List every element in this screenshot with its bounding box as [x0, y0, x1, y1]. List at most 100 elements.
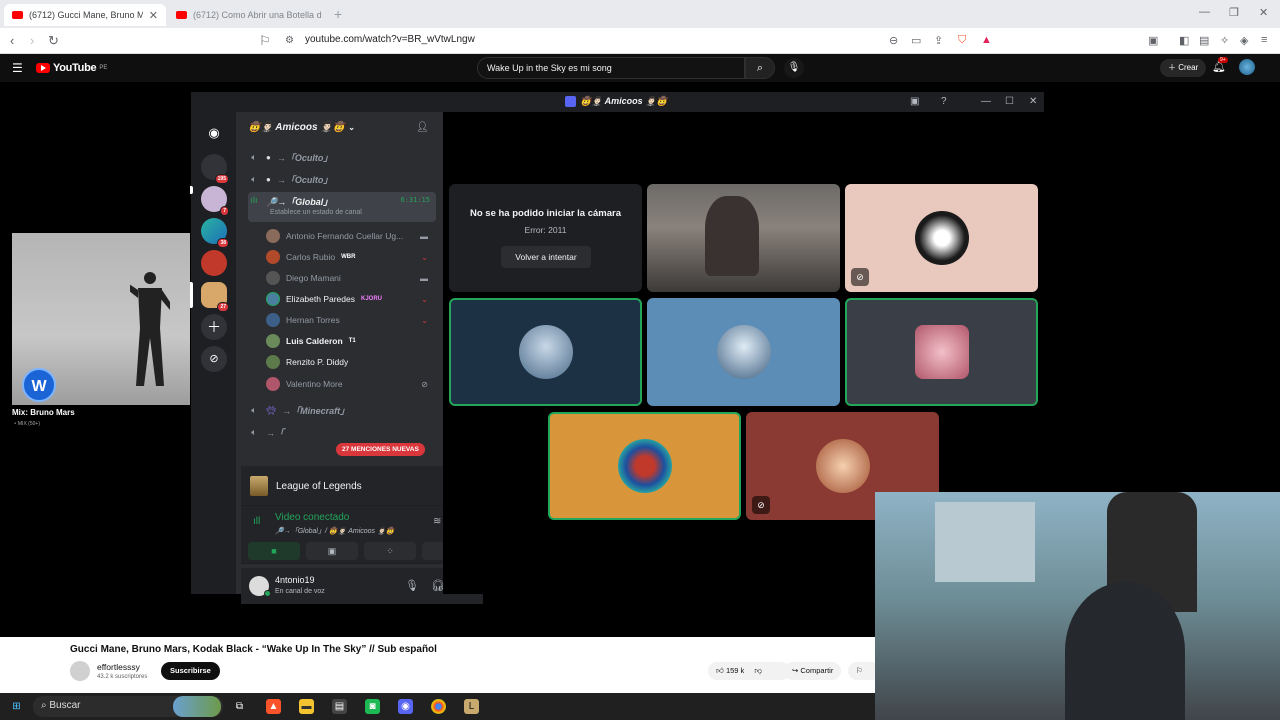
voice-member[interactable]: Luis Calderon T1: [266, 331, 436, 351]
bookmark-icon[interactable]: ⚐: [259, 33, 271, 49]
new-mentions-badge[interactable]: 27 MENCIONES NUEVAS: [336, 443, 425, 456]
muted-icon: ⌄: [421, 252, 428, 262]
retry-button[interactable]: Volver a intentar: [501, 246, 591, 268]
new-tab-icon[interactable]: +: [334, 6, 342, 22]
channel-status[interactable]: Establece un estado de canal: [270, 209, 362, 216]
app-icon[interactable]: ◙: [365, 699, 380, 714]
youtube-logo[interactable]: YouTube PE: [36, 62, 107, 74]
chrome-icon[interactable]: [431, 699, 446, 714]
video-tile-avatar[interactable]: ⊘: [845, 184, 1038, 292]
voice-status[interactable]: Video conectado: [275, 512, 349, 523]
close-window-icon[interactable]: ✕: [1259, 6, 1268, 19]
camera-button[interactable]: ■: [248, 542, 300, 560]
account-avatar[interactable]: [1239, 59, 1255, 75]
server-icon[interactable]: 195: [201, 154, 229, 184]
video-tile-avatar[interactable]: [548, 412, 741, 520]
subscribe-button[interactable]: Suscribirse: [161, 662, 220, 680]
url-field[interactable]: youtube.com/watch?v=BR_wVtwLngw: [305, 34, 475, 45]
activity-name: League of Legends: [276, 481, 362, 492]
voice-channel[interactable]: 🔈︎ →「: [248, 423, 436, 441]
brave-browser-icon[interactable]: ▲: [266, 699, 281, 714]
save-button[interactable]: ⚐ Gu: [848, 662, 875, 680]
cast-icon[interactable]: ▭: [911, 34, 921, 47]
menu-icon[interactable]: ≡: [1261, 34, 1267, 46]
discord-home-icon[interactable]: ◉: [201, 120, 227, 146]
voice-member[interactable]: Antonio Fernando Cuellar Ug... ▬: [266, 226, 436, 246]
minimize-icon[interactable]: —: [981, 96, 991, 107]
voice-member[interactable]: Carlos Rubio WBR ⌄: [266, 247, 436, 267]
windows-start-icon[interactable]: ⊞: [9, 699, 24, 714]
panel-icon[interactable]: ◧: [1179, 34, 1189, 47]
minimize-icon[interactable]: —: [1199, 6, 1210, 18]
username[interactable]: 4ntonio19: [275, 575, 315, 585]
mix-thumbnail[interactable]: W: [12, 233, 190, 405]
screen-share-icon[interactable]: ▣: [910, 96, 919, 107]
task-view-icon[interactable]: ⧉: [232, 699, 247, 714]
leo-ai-icon[interactable]: ✧: [1220, 34, 1229, 47]
screen-share-button[interactable]: ▣: [306, 542, 358, 560]
browser-tab-active[interactable]: (6712) Gucci Mane, Bruno Mars, ✕: [4, 4, 166, 26]
server-icon[interactable]: 38: [201, 218, 229, 248]
server-name[interactable]: 🤠🤵🏻‍♂️ Amicoos 🤵🏻‍♂️🤠 ⌄: [248, 122, 355, 133]
activities-button[interactable]: ⁘: [364, 542, 416, 560]
voice-member[interactable]: Diego Mamani ▬: [266, 268, 436, 288]
back-icon[interactable]: ‹: [10, 33, 14, 48]
site-info-icon[interactable]: ⚙: [285, 35, 294, 46]
add-server-icon[interactable]: ＋: [201, 314, 227, 340]
voice-channel-active[interactable]: ılı 🔎→「Global」 6:31:15 Establece un esta…: [248, 192, 436, 222]
file-explorer-icon[interactable]: ▬: [299, 699, 314, 714]
server-icon-selected[interactable]: 27: [201, 282, 229, 312]
share-icon[interactable]: ⇪: [934, 34, 943, 47]
create-button[interactable]: ＋ Crear: [1160, 59, 1207, 77]
browser-tab[interactable]: (6712) Como Abrir una Botella de vin: [168, 4, 330, 26]
video-tile-avatar[interactable]: [845, 298, 1038, 406]
reload-icon[interactable]: ↻: [48, 33, 59, 49]
avatar: [266, 377, 280, 391]
voice-channel[interactable]: 🔈︎ ● →「Oculto」: [248, 170, 436, 188]
brave-rewards-icon[interactable]: ▲: [981, 34, 992, 46]
add-member-icon[interactable]: 👤︎: [416, 122, 429, 133]
zoom-icon[interactable]: ⊖: [889, 34, 898, 47]
maximize-icon[interactable]: ☐: [1005, 96, 1014, 107]
mix-title[interactable]: Mix: Bruno Mars: [12, 408, 75, 417]
thumbs-down-icon[interactable]: 👎︎: [754, 666, 762, 675]
like-dislike-group[interactable]: 👍︎ 159 k 👎︎: [708, 662, 790, 680]
close-tab-icon[interactable]: ✕: [149, 9, 158, 22]
voice-search-button[interactable]: 🎙︎: [784, 58, 804, 78]
brave-shield-icon[interactable]: ⛉: [958, 34, 966, 47]
search-input[interactable]: Wake Up in the Sky es mi song: [477, 57, 745, 79]
voice-channel[interactable]: 🔈︎ 👾︎ →「Minecraft」: [248, 401, 436, 419]
video-tile-avatar[interactable]: [647, 298, 840, 406]
forward-icon[interactable]: ›: [30, 33, 34, 48]
restore-icon[interactable]: ❐: [1229, 6, 1239, 19]
hamburger-menu-icon[interactable]: ☰: [12, 61, 23, 75]
voice-member[interactable]: Elizabeth Paredes KJORU ⌄: [266, 289, 436, 309]
video-tile-webcam[interactable]: [647, 184, 840, 292]
app-icon[interactable]: ▤: [332, 699, 347, 714]
server-icon[interactable]: 7: [201, 186, 229, 216]
channel-name[interactable]: effortlesssy: [97, 662, 140, 672]
voice-channel[interactable]: 🔈︎ ● →「Oculto」: [248, 148, 436, 166]
selected-pill: [190, 282, 193, 308]
channel-avatar[interactable]: [70, 661, 90, 681]
voice-member[interactable]: Valentino More ⊘: [266, 374, 436, 394]
explore-icon[interactable]: ⊘: [201, 346, 227, 372]
discord-icon[interactable]: ◉: [398, 699, 413, 714]
close-icon[interactable]: ✕: [1029, 96, 1037, 107]
noise-suppression-icon[interactable]: ≋: [433, 516, 441, 527]
voice-path[interactable]: 🔎→「Global」/ 🤠🤵🏻‍♂️ Amicoos 🤵🏻‍♂️🤠: [275, 526, 394, 536]
share-button[interactable]: ↪ Compartir: [784, 662, 842, 680]
sidebar-icon[interactable]: ▣: [1148, 34, 1158, 47]
notifications-button[interactable]: 🔔︎ 9+: [1212, 57, 1228, 73]
thumbs-up-icon[interactable]: 👍︎: [716, 666, 724, 675]
microphone-icon[interactable]: 🎙︎: [405, 579, 419, 592]
voice-member[interactable]: Renzito P. Diddy: [266, 352, 436, 372]
search-button[interactable]: ⌕: [745, 57, 775, 79]
video-tile-avatar[interactable]: [449, 298, 642, 406]
server-icon[interactable]: [201, 250, 227, 276]
wallet-icon[interactable]: ▤: [1199, 34, 1209, 47]
help-icon[interactable]: ?: [941, 96, 947, 107]
vpn-icon[interactable]: ◈: [1240, 34, 1248, 47]
voice-member[interactable]: Hernan Torres ⌄: [266, 310, 436, 330]
league-of-legends-icon[interactable]: L: [464, 699, 479, 714]
